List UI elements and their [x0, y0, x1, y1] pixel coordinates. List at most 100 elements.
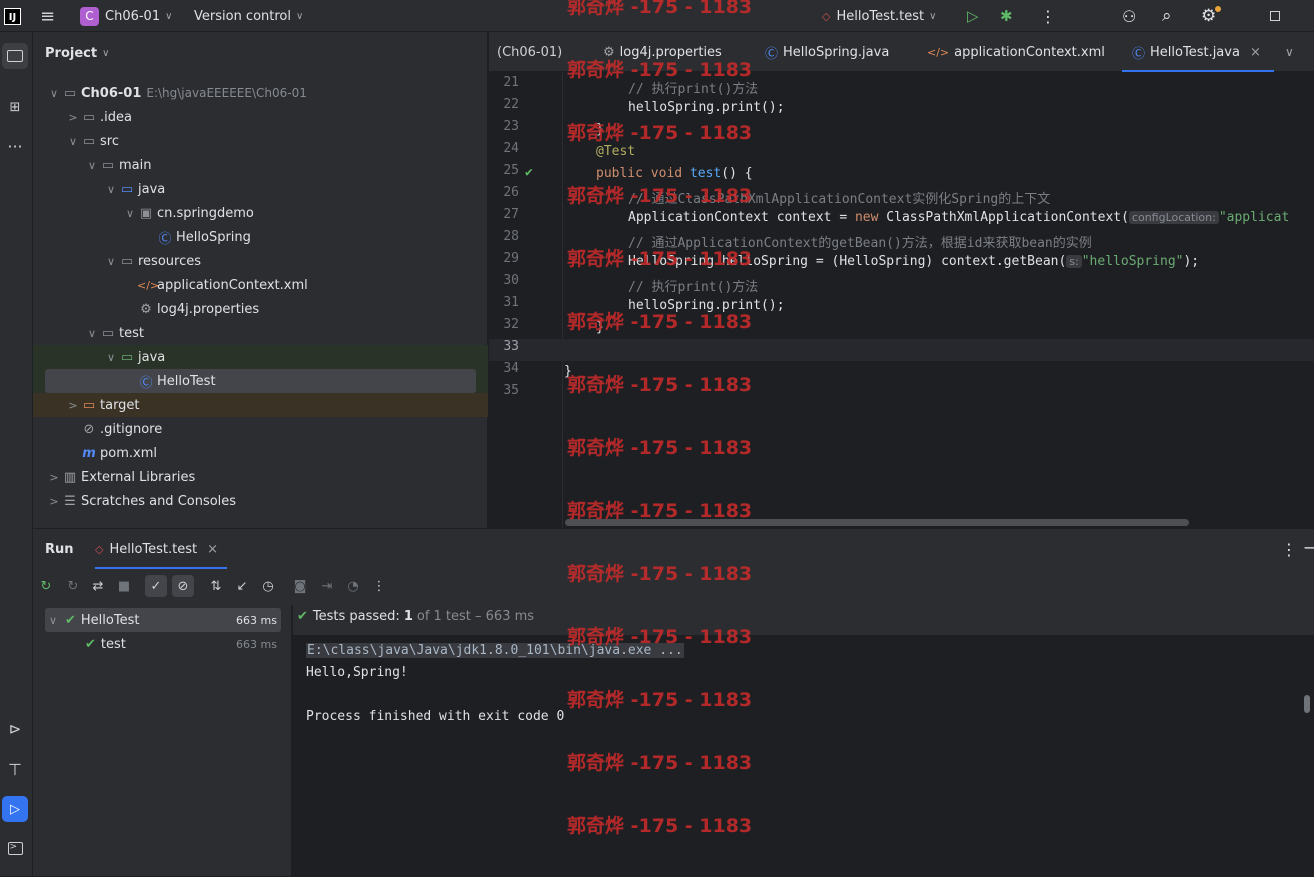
toggle-auto-test-button[interactable]: ⇄: [87, 575, 109, 597]
console-scrollbar[interactable]: [1304, 695, 1310, 713]
rerun-failed-button[interactable]: ↻: [62, 575, 84, 597]
screenshot-button[interactable]: ◙: [289, 575, 311, 597]
tab-hellotest[interactable]: Ⓒ HelloTest.java ×: [1122, 32, 1274, 72]
structure-tool-button[interactable]: ⊞: [2, 94, 28, 120]
tree-item-target[interactable]: > ▭ target: [33, 393, 488, 417]
chevron-down-icon: ∨: [102, 48, 110, 59]
chevron-right-icon: >: [49, 470, 59, 484]
more-actions-button[interactable]: ⋮: [1040, 0, 1056, 32]
tab-log4j[interactable]: ⚙ log4j.properties: [603, 32, 722, 72]
tab-application-context[interactable]: </> applicationContext.xml: [927, 32, 1105, 72]
import-tests-button[interactable]: ⇥: [316, 575, 338, 597]
tree-item-src[interactable]: ∨ ▭ src: [33, 129, 488, 153]
chevron-down-icon: ∨: [106, 350, 116, 364]
structure-icon: ⊞: [9, 99, 21, 115]
tree-item-log4j[interactable]: ⚙ log4j.properties: [33, 297, 488, 321]
project-badge: C: [80, 6, 99, 26]
auto-test-icon: ⇄: [92, 578, 104, 594]
class-icon: Ⓒ: [765, 46, 779, 62]
more-icon: ···: [7, 136, 23, 156]
test-tree-row-hellotest[interactable]: ∨ ✔ HelloTest 663 ms: [45, 608, 281, 632]
collapse-all-button[interactable]: ↙: [231, 575, 253, 597]
passed-icon: ✔: [297, 609, 308, 624]
terminal-tool-button[interactable]: >: [2, 835, 28, 861]
tree-item-hellospring[interactable]: Ⓒ HelloSpring: [33, 225, 488, 249]
tree-root-ch06-01[interactable]: ∨ ▭ Ch06-01 E:\hg\javaEEEEEE\Ch06-01: [33, 81, 488, 105]
build-icon: ⊤: [8, 759, 22, 779]
rerun-button[interactable]: ↻: [35, 575, 57, 597]
close-icon[interactable]: ×: [1250, 45, 1261, 60]
rerun-failed-icon: ↻: [67, 578, 79, 594]
app-logo[interactable]: IJ: [4, 0, 21, 32]
passed-icon: ✔: [65, 612, 76, 628]
maximize-button[interactable]: [1270, 0, 1280, 32]
tree-item-external-libraries[interactable]: > ▥ External Libraries: [33, 465, 488, 489]
tree-item-gitignore[interactable]: ⊘ .gitignore: [33, 417, 488, 441]
gear-icon: ⚙: [1201, 6, 1217, 26]
main-menu-icon[interactable]: ≡: [40, 0, 55, 32]
stop-button[interactable]: ■: [113, 575, 135, 597]
tree-item-resources[interactable]: ∨ ▭ resources: [33, 249, 488, 273]
import-icon: ⇥: [321, 578, 333, 594]
run-test-gutter-icon[interactable]: ✔: [525, 165, 533, 180]
code-line: 27 ApplicationContext context = new Class…: [503, 207, 1290, 225]
tree-item-idea[interactable]: > ▭ .idea: [33, 105, 488, 129]
parameter-hint: s:: [1066, 255, 1082, 268]
tree-item-application-context[interactable]: </> applicationContext.xml: [33, 273, 488, 297]
coverage-button[interactable]: ◔: [342, 575, 364, 597]
services-tool-button[interactable]: ⊳: [2, 716, 28, 742]
show-passed-toggle[interactable]: ✓: [145, 575, 167, 597]
code-line: 28// 通过ApplicationContext的getBean()方法，根据…: [503, 229, 1092, 251]
project-switcher[interactable]: C Ch06-01 ∨: [80, 0, 172, 32]
add-user-button[interactable]: ⚇: [1122, 0, 1136, 32]
minimize-panel-button[interactable]: −: [1303, 538, 1314, 557]
gauge-icon: ◔: [347, 578, 359, 594]
project-tool-button[interactable]: [2, 43, 28, 69]
tab-ch06-01[interactable]: (Ch06-01): [497, 32, 562, 72]
debug-button[interactable]: ✱: [1000, 0, 1013, 32]
build-tool-button[interactable]: ⊤: [2, 756, 28, 782]
run-tab-hellotest[interactable]: ◇ HelloTest.test ×: [95, 529, 227, 569]
settings-button[interactable]: ⚙: [1201, 0, 1221, 32]
more-tools-button[interactable]: ···: [2, 133, 28, 159]
tabs-overflow-button[interactable]: ∨: [1285, 32, 1294, 72]
run-options-button[interactable]: ⋮: [1281, 540, 1297, 559]
maximize-icon: [1270, 11, 1280, 21]
project-panel-header[interactable]: Project ∨: [45, 46, 109, 61]
console-output[interactable]: E:\class\java\Java\jdk1.8.0_101\bin\java…: [293, 635, 1314, 877]
run-config-selector[interactable]: ◇ HelloTest.test ∨: [822, 0, 936, 32]
tree-item-test-java[interactable]: ∨ ▭ java: [33, 345, 488, 369]
tree-item-scratches[interactable]: > ☰ Scratches and Consoles: [33, 489, 488, 513]
update-badge: [1215, 6, 1221, 12]
rerun-icon: ↻: [40, 578, 52, 594]
test-tree-row-test[interactable]: ✔ test 663 ms: [45, 632, 281, 656]
run-button[interactable]: ▷: [967, 0, 979, 32]
search-button[interactable]: ⌕: [1162, 0, 1172, 32]
tree-item-hellotest[interactable]: Ⓒ HelloTest: [137, 372, 215, 391]
tree-item-test[interactable]: ∨ ▭ test: [33, 321, 488, 345]
sort-button[interactable]: ⇅: [205, 575, 227, 597]
package-icon: ▣: [139, 205, 153, 221]
tree-item-pom[interactable]: m pom.xml: [33, 441, 488, 465]
run-tool-button[interactable]: ▷: [2, 796, 28, 822]
console-line: Hello,Spring!: [306, 665, 408, 680]
horizontal-scrollbar[interactable]: [565, 519, 1189, 526]
version-control-menu[interactable]: Version control ∨: [194, 0, 303, 32]
more-vertical-icon: ⋮: [1281, 540, 1297, 559]
tree-item-package[interactable]: ∨ ▣ cn.springdemo: [33, 201, 488, 225]
console-line-command[interactable]: E:\class\java\Java\jdk1.8.0_101\bin\java…: [306, 643, 684, 658]
left-tool-strip: ⊞ ··· ⊳ ⊤ ▷ >: [0, 32, 33, 876]
scratches-icon: ☰: [64, 493, 76, 509]
code-line: 24 @Test: [503, 141, 636, 159]
library-icon: ▥: [63, 469, 77, 485]
code-line: 32}: [503, 317, 604, 335]
services-icon: ⊳: [8, 720, 22, 738]
run-more-button[interactable]: ⋮: [368, 575, 390, 597]
history-button[interactable]: ◷: [257, 575, 279, 597]
close-icon[interactable]: ×: [207, 542, 218, 557]
more-vertical-icon: ⋮: [372, 578, 386, 594]
tab-hellospring[interactable]: Ⓒ HelloSpring.java: [765, 32, 889, 72]
tree-item-main[interactable]: ∨ ▭ main: [33, 153, 488, 177]
tree-item-main-java[interactable]: ∨ ▭ java: [33, 177, 488, 201]
show-ignored-toggle[interactable]: ⊘: [172, 575, 194, 597]
